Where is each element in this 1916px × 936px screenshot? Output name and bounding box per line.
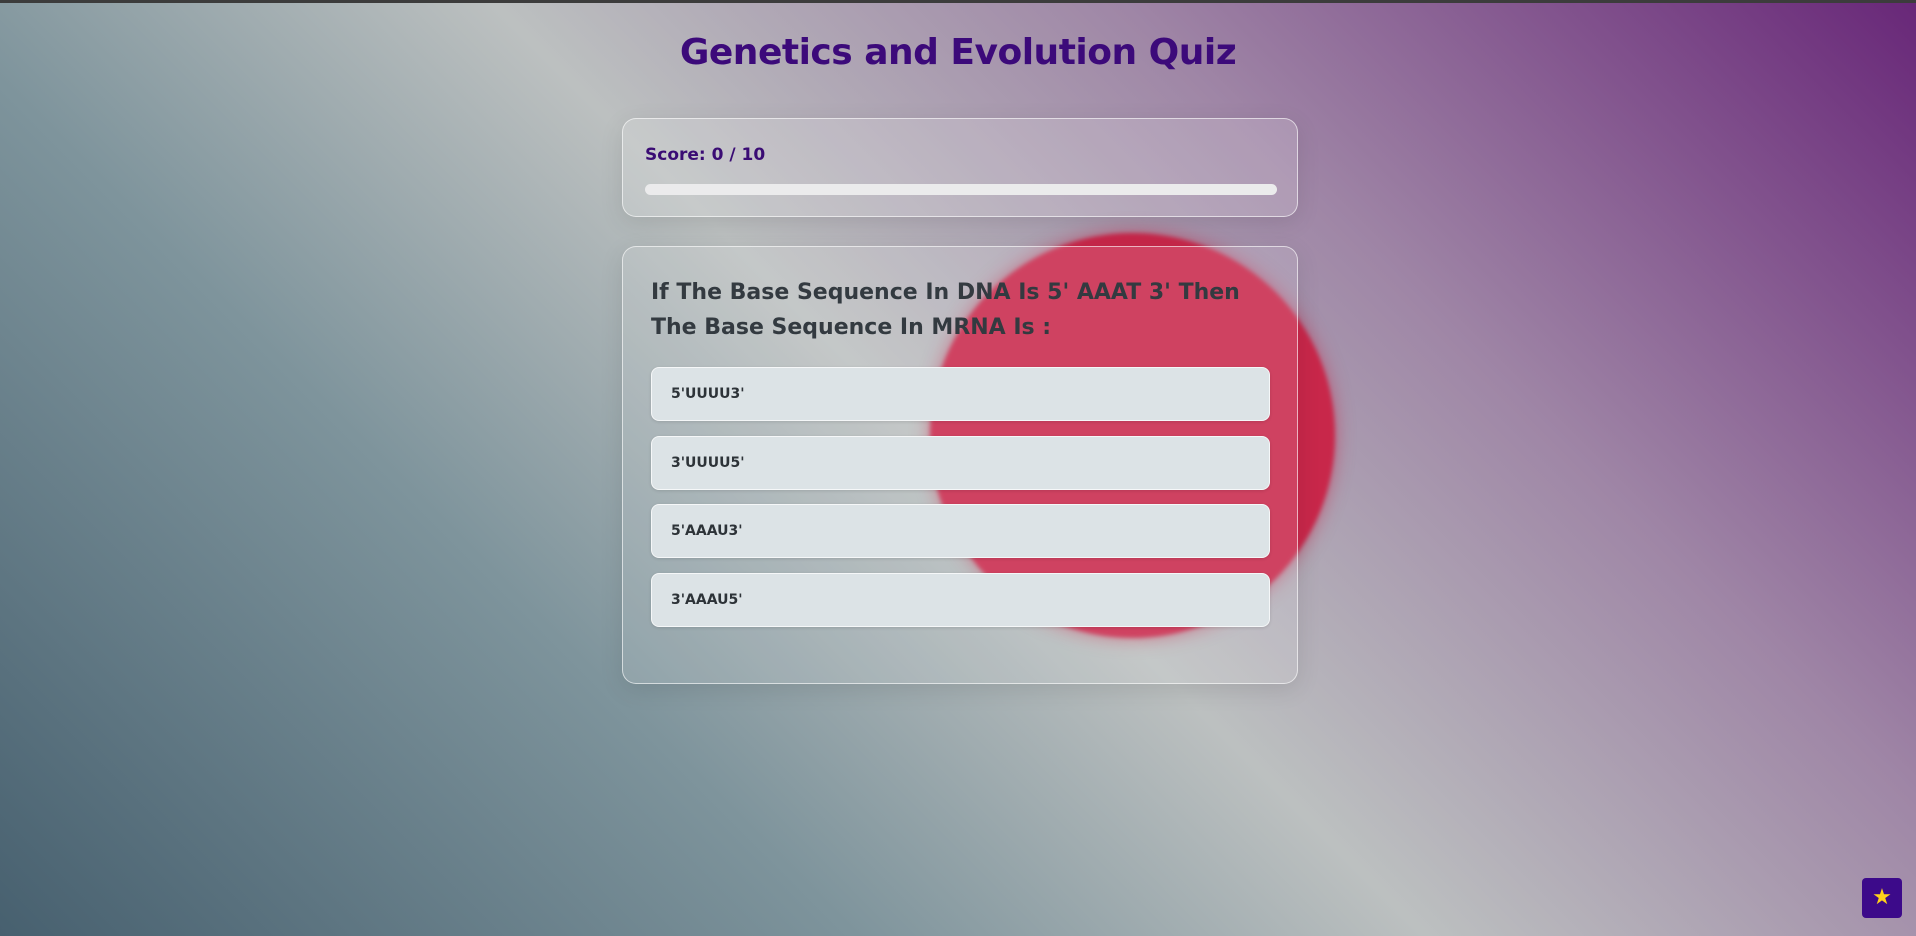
progress-bar bbox=[645, 184, 1277, 195]
question-text: If The Base Sequence In DNA Is 5' AAAT 3… bbox=[651, 280, 1240, 340]
score-card: Score: 0 / 10 bbox=[622, 118, 1298, 217]
answer-option-label: 5'AAAU3' bbox=[671, 523, 743, 539]
answer-options: 5'UUUU3' 3'UUUU5' 5'AAAU3' 3'AAAU5' bbox=[651, 367, 1270, 641]
answer-option-3[interactable]: 5'AAAU3' bbox=[651, 504, 1270, 558]
score-label: Score: 0 / 10 bbox=[645, 145, 766, 165]
answer-option-label: 3'UUUU5' bbox=[671, 454, 745, 471]
answer-option-2[interactable]: 3'UUUU5' bbox=[651, 435, 1270, 490]
star-button[interactable]: ★ bbox=[1862, 878, 1902, 918]
answer-option-1[interactable]: 5'UUUU3' bbox=[651, 367, 1270, 421]
answer-option-4[interactable]: 3'AAAU5' bbox=[651, 572, 1270, 627]
top-border bbox=[0, 0, 1916, 3]
page-title: Genetics and Evolution Quiz bbox=[679, 32, 1237, 73]
question-card: If The Base Sequence In DNA Is 5' AAAT 3… bbox=[622, 246, 1298, 684]
star-icon: ★ bbox=[1872, 885, 1892, 910]
answer-option-label: 3'AAAU5' bbox=[671, 591, 743, 608]
answer-option-label: 5'UUUU3' bbox=[671, 386, 745, 402]
